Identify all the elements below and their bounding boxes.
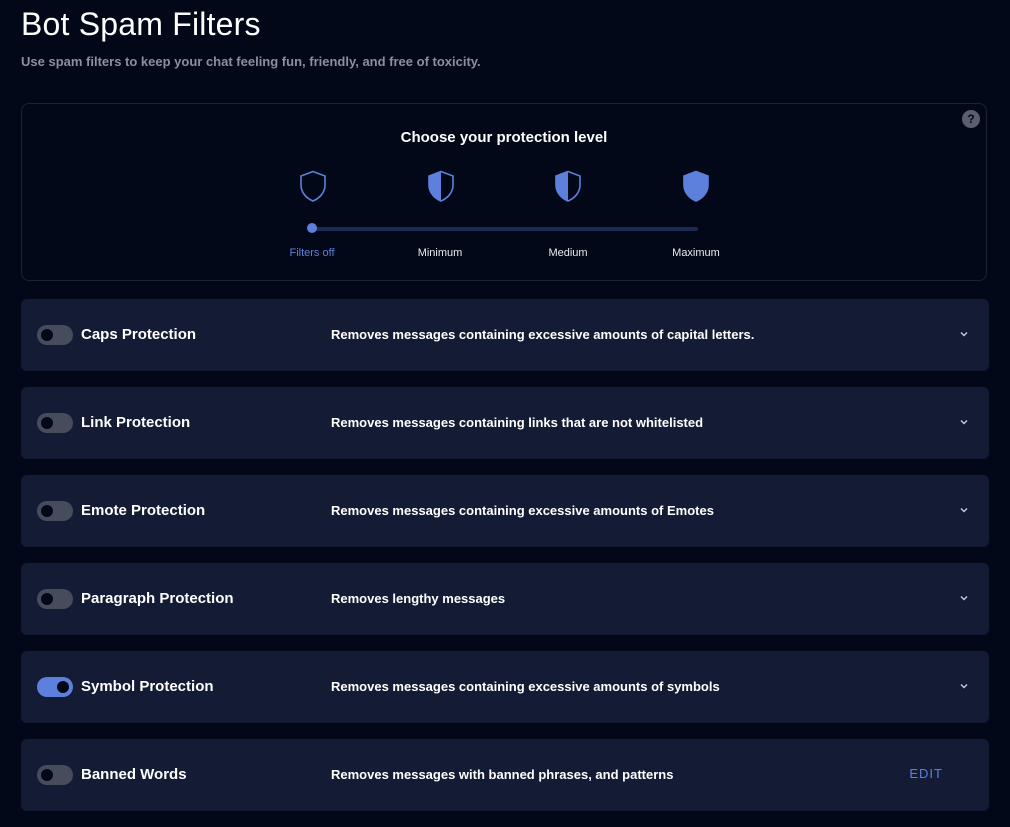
filter-description: Removes lengthy messages [331, 591, 506, 606]
level-medium[interactable]: Medium [518, 247, 618, 259]
help-icon[interactable]: ? [962, 110, 980, 128]
link-protection-toggle[interactable] [37, 413, 73, 433]
filter-row-caps: Caps Protection Removes messages contain… [21, 299, 989, 371]
filter-row-link: Link Protection Removes messages contain… [21, 387, 989, 459]
toggle-knob [41, 593, 53, 605]
chevron-down-icon[interactable] [957, 679, 971, 693]
shield-maximum-icon[interactable] [682, 170, 710, 202]
emote-protection-toggle[interactable] [37, 501, 73, 521]
protection-level-title: Choose your protection level [400, 129, 608, 146]
shield-minimum-icon[interactable] [427, 170, 455, 202]
level-minimum[interactable]: Minimum [390, 247, 490, 259]
page-title: Bot Spam Filters [21, 6, 261, 42]
edit-banned-words-link[interactable]: EDIT [909, 766, 943, 781]
toggle-knob [41, 329, 53, 341]
protection-level-card: ? Choose your protection level Filters o… [21, 103, 987, 281]
filter-row-symbol: Symbol Protection Removes messages conta… [21, 651, 989, 723]
filter-description: Removes messages with banned phrases, an… [331, 767, 674, 782]
filter-name: Paragraph Protection [81, 590, 234, 607]
filter-description: Removes messages containing excessive am… [331, 327, 755, 342]
filter-description: Removes messages containing excessive am… [331, 503, 714, 518]
banned-words-toggle[interactable] [37, 765, 73, 785]
page-subtitle: Use spam filters to keep your chat feeli… [21, 54, 481, 69]
toggle-knob [57, 681, 69, 693]
chevron-down-icon[interactable] [957, 415, 971, 429]
chevron-down-icon[interactable] [957, 591, 971, 605]
caps-protection-toggle[interactable] [37, 325, 73, 345]
paragraph-protection-toggle[interactable] [37, 589, 73, 609]
filter-name: Banned Words [81, 766, 187, 783]
spam-filters-page: Bot Spam Filters Use spam filters to kee… [0, 0, 1010, 827]
chevron-down-icon[interactable] [957, 503, 971, 517]
filter-name: Symbol Protection [81, 678, 214, 695]
level-maximum[interactable]: Maximum [646, 247, 746, 259]
level-filters-off[interactable]: Filters off [262, 247, 362, 259]
protection-slider-thumb[interactable] [307, 223, 317, 233]
toggle-knob [41, 769, 53, 781]
protection-slider-track[interactable] [312, 227, 698, 231]
toggle-knob [41, 417, 53, 429]
filter-row-paragraph: Paragraph Protection Removes lengthy mes… [21, 563, 989, 635]
toggle-knob [41, 505, 53, 517]
shield-medium-icon[interactable] [554, 170, 582, 202]
symbol-protection-toggle[interactable] [37, 677, 73, 697]
filter-row-emote: Emote Protection Removes messages contai… [21, 475, 989, 547]
chevron-down-icon[interactable] [957, 327, 971, 341]
filter-description: Removes messages containing excessive am… [331, 679, 720, 694]
filter-name: Caps Protection [81, 326, 197, 343]
filter-name: Emote Protection [81, 502, 206, 519]
shield-off-icon[interactable] [299, 170, 327, 202]
filter-description: Removes messages containing links that a… [331, 415, 704, 430]
filter-row-banned-words: Banned Words Removes messages with banne… [21, 739, 989, 811]
filter-name: Link Protection [81, 414, 191, 431]
